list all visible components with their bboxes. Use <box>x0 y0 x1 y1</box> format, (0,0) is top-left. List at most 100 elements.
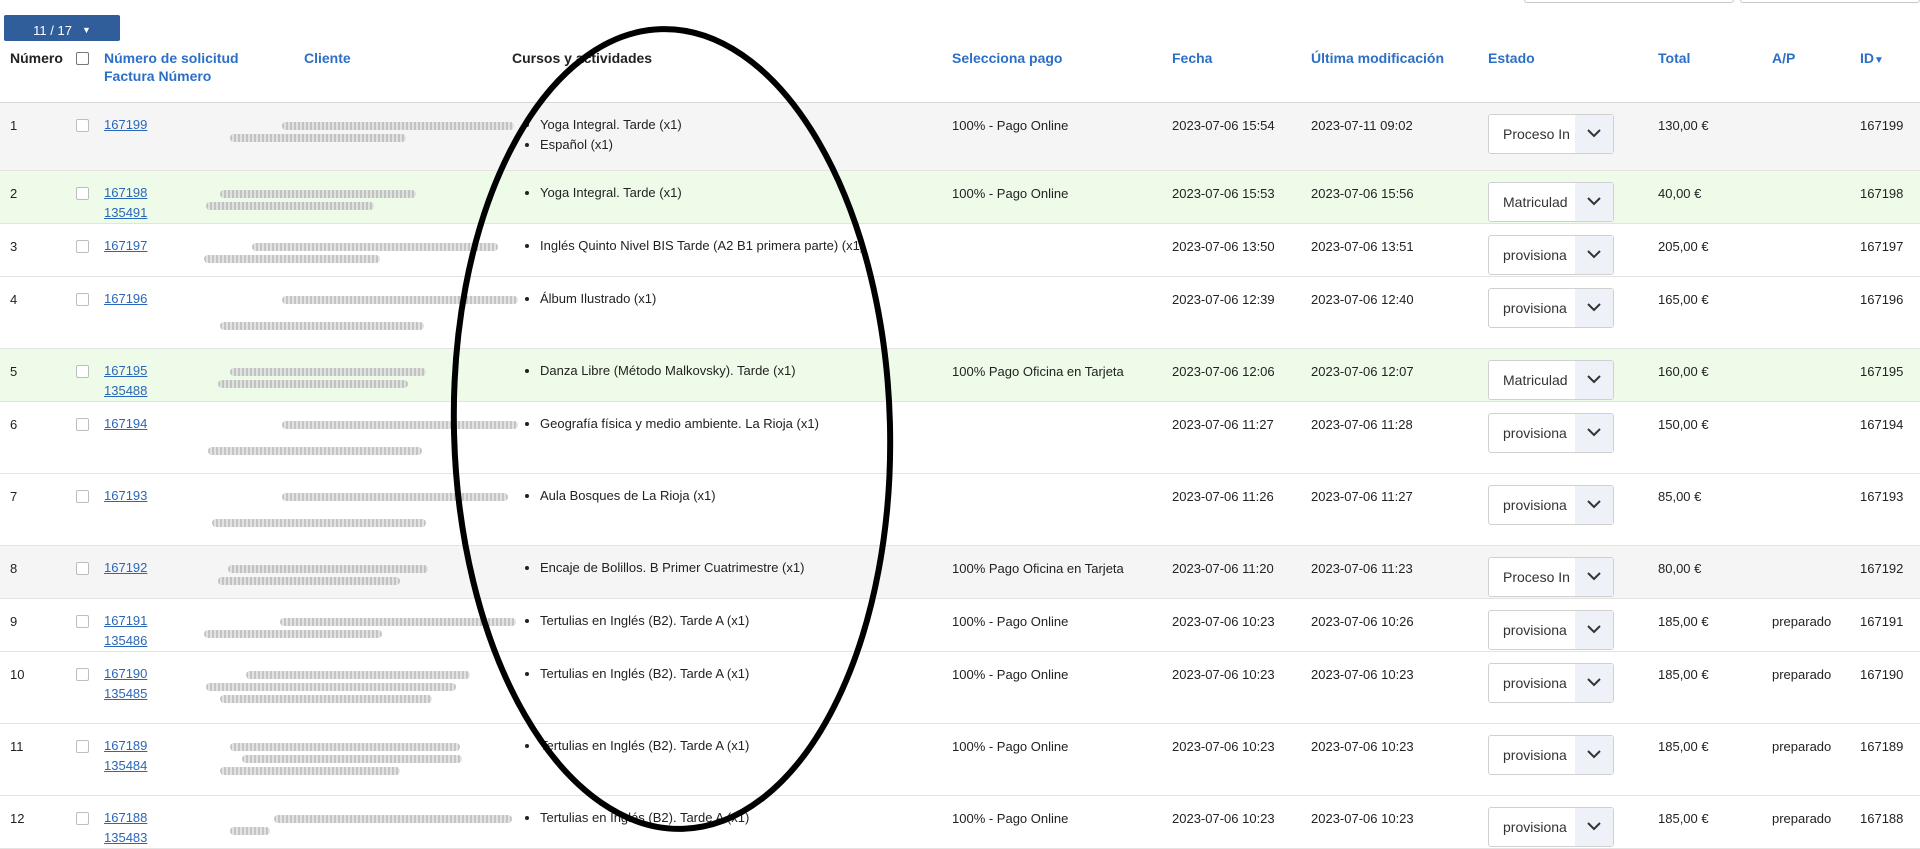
courses-cell: Encaje de Bolillos. B Primer Cuatrimestr… <box>512 545 952 599</box>
requests-table: Número Número de solicitud Factura Númer… <box>0 44 1920 849</box>
col-modificacion[interactable]: Última modificación <box>1311 44 1488 103</box>
solicitud-link[interactable]: 167188 <box>104 808 280 828</box>
client-cell <box>220 276 518 349</box>
row-number: 2 <box>0 170 76 224</box>
row-checkbox[interactable] <box>76 239 89 253</box>
status-value: Proceso In <box>1503 568 1570 585</box>
total-cell: 185,00 € <box>1658 723 1772 796</box>
row-select-cell <box>76 651 104 724</box>
col-pago[interactable]: Selecciona pago <box>952 44 1172 103</box>
status-select[interactable]: provisiona <box>1488 806 1614 847</box>
row-checkbox[interactable] <box>76 614 89 628</box>
id-cell: 167194 <box>1860 401 1920 474</box>
solicitud-link[interactable]: 167191 <box>104 611 280 631</box>
header-factura[interactable]: Factura Número <box>104 68 280 84</box>
table-row: 11 167189135484 Tertulias en Inglés (B2)… <box>0 723 1920 796</box>
total-cell: 130,00 € <box>1658 102 1772 171</box>
status-value: Proceso In <box>1503 125 1570 142</box>
row-checkbox[interactable] <box>76 667 89 681</box>
col-ap[interactable]: A/P <box>1772 44 1860 103</box>
col-cursos: Cursos y actividades <box>512 44 952 103</box>
chevron-down-icon <box>1575 485 1613 524</box>
course-item: Aula Bosques de La Rioja (x1) <box>540 486 952 506</box>
select-all-checkbox[interactable] <box>76 52 89 65</box>
course-item: Yoga Integral. Tarde (x1) <box>540 183 952 203</box>
status-select[interactable]: provisiona <box>1488 662 1614 703</box>
page-selector[interactable]: 11 / 17 ▼ <box>4 15 120 41</box>
id-cell: 167198 <box>1860 170 1920 224</box>
payment-cell: 100% - Pago Online <box>952 651 1172 724</box>
client-cell <box>206 651 512 724</box>
solicitud-link[interactable]: 167199 <box>104 115 280 135</box>
row-checkbox[interactable] <box>76 417 89 431</box>
courses-cell: Álbum Ilustrado (x1) <box>512 276 952 349</box>
col-numero[interactable]: Número <box>0 44 76 103</box>
row-checkbox[interactable] <box>76 739 89 753</box>
course-item: Inglés Quinto Nivel BIS Tarde (A2 B1 pri… <box>540 236 952 256</box>
payment-cell: 100% - Pago Online <box>952 102 1172 171</box>
status-select[interactable]: Matriculad <box>1488 359 1614 400</box>
modified-cell: 2023-07-06 10:26 <box>1311 598 1488 652</box>
chevron-down-icon <box>1575 360 1613 399</box>
redacted-client-name <box>230 742 460 751</box>
top-filters <box>1524 0 1920 3</box>
col-id[interactable]: ID▼ <box>1860 44 1920 103</box>
row-number: 8 <box>0 545 76 599</box>
status-select[interactable]: Matriculad <box>1488 181 1614 222</box>
solicitud-link[interactable]: 167193 <box>104 486 280 506</box>
status-select[interactable]: provisiona <box>1488 234 1614 275</box>
status-select[interactable]: Proceso In <box>1488 113 1614 154</box>
total-cell: 150,00 € <box>1658 401 1772 474</box>
solicitud-link[interactable]: 167196 <box>104 289 280 309</box>
header-solicitud[interactable]: Número de solicitud <box>104 50 280 66</box>
total-cell: 185,00 € <box>1658 598 1772 652</box>
solicitud-link[interactable]: 167194 <box>104 414 280 434</box>
col-cliente[interactable]: Cliente <box>280 44 512 103</box>
status-value: provisiona <box>1503 246 1567 263</box>
row-checkbox[interactable] <box>76 561 89 575</box>
date-cell: 2023-07-06 11:26 <box>1172 473 1311 546</box>
row-select-cell <box>76 473 104 546</box>
ap-cell: preparado <box>1772 598 1860 652</box>
id-cell: 167192 <box>1860 545 1920 599</box>
col-solicitud[interactable]: Número de solicitud Factura Número <box>104 44 280 103</box>
col-fecha[interactable]: Fecha <box>1172 44 1311 103</box>
table-row: 6 167194 Geografía física y medio ambien… <box>0 401 1920 474</box>
redacted-client-name <box>204 629 382 638</box>
row-checkbox[interactable] <box>76 364 89 378</box>
ap-cell <box>1772 170 1860 224</box>
filter-input-2[interactable] <box>1740 0 1920 3</box>
id-cell: 167189 <box>1860 723 1920 796</box>
caret-down-icon: ▼ <box>1874 55 1884 66</box>
filter-input-1[interactable] <box>1524 0 1734 3</box>
redacted-client-name <box>282 121 514 130</box>
row-checkbox[interactable] <box>76 118 89 132</box>
status-select[interactable]: provisiona <box>1488 734 1614 775</box>
ap-cell <box>1772 473 1860 546</box>
total-cell: 205,00 € <box>1658 223 1772 277</box>
status-select[interactable]: Proceso In <box>1488 556 1614 597</box>
client-cell <box>206 170 512 224</box>
chevron-down-icon <box>1575 182 1613 221</box>
col-total[interactable]: Total <box>1658 44 1772 103</box>
row-checkbox[interactable] <box>76 811 89 825</box>
row-number: 4 <box>0 276 76 349</box>
row-checkbox[interactable] <box>76 292 89 306</box>
modified-cell: 2023-07-06 10:23 <box>1311 795 1488 849</box>
date-cell: 2023-07-06 12:06 <box>1172 348 1311 402</box>
status-value: Matriculad <box>1503 193 1568 210</box>
col-estado[interactable]: Estado <box>1488 44 1658 103</box>
courses-cell: Tertulias en Inglés (B2). Tarde A (x1) <box>512 795 952 849</box>
date-cell: 2023-07-06 10:23 <box>1172 651 1311 724</box>
course-item: Tertulias en Inglés (B2). Tarde A (x1) <box>540 664 952 684</box>
id-cell: 167197 <box>1860 223 1920 277</box>
status-select[interactable]: provisiona <box>1488 412 1614 453</box>
payment-cell: 100% - Pago Online <box>952 170 1172 224</box>
row-checkbox[interactable] <box>76 186 89 200</box>
status-select[interactable]: provisiona <box>1488 609 1614 650</box>
row-checkbox[interactable] <box>76 489 89 503</box>
status-select[interactable]: provisiona <box>1488 484 1614 525</box>
ap-cell <box>1772 223 1860 277</box>
status-select[interactable]: provisiona <box>1488 287 1614 328</box>
id-cell: 167193 <box>1860 473 1920 546</box>
